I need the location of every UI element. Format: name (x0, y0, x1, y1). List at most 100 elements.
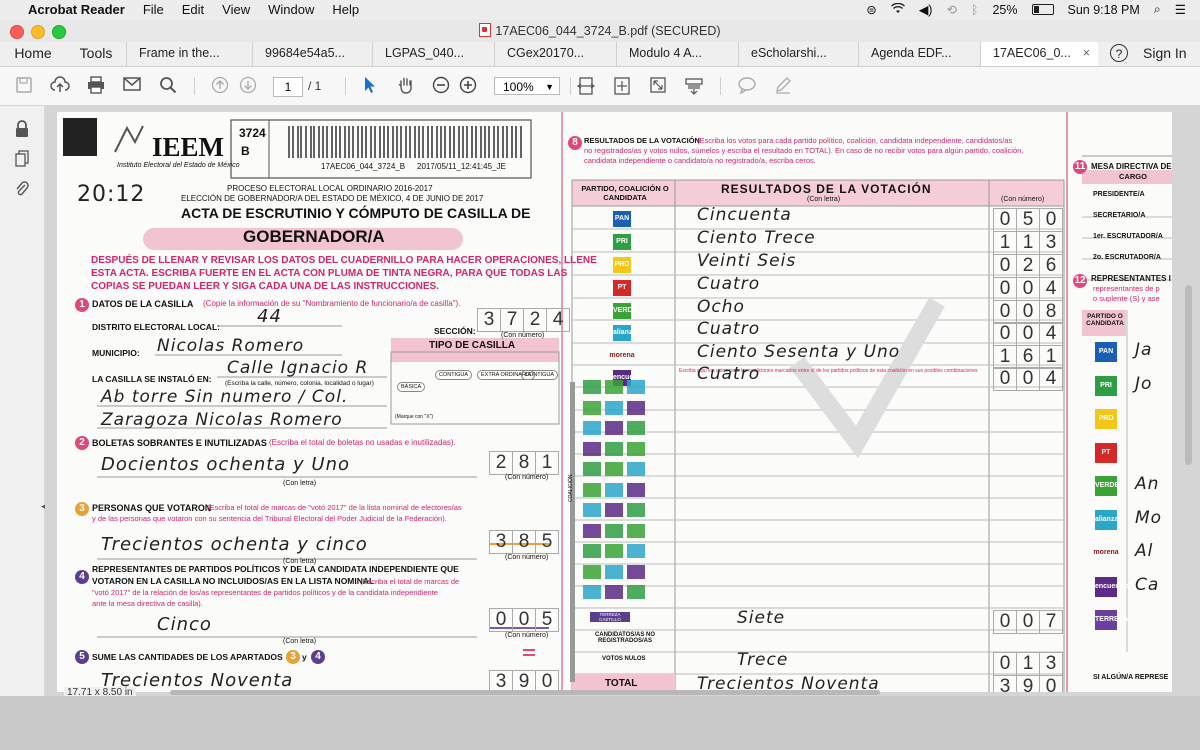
section-12-footer: SI ALGÚN/A REPRESE (1093, 674, 1169, 681)
tab-document-6[interactable]: eScholarshi... (738, 42, 858, 66)
digit: 5 (536, 530, 559, 554)
menu-view[interactable]: View (222, 2, 250, 17)
bluetooth-icon[interactable]: ᛒ (971, 3, 979, 17)
document-viewport[interactable]: IEEM Instituto Electoral del Estado de M… (45, 106, 1200, 696)
security-lock-icon[interactable] (13, 120, 31, 138)
select-cursor-icon[interactable] (360, 76, 380, 96)
section-12-hint-2: o suplente (S) y ase (1093, 294, 1160, 303)
menu-edit[interactable]: Edit (182, 2, 204, 17)
fit-page-icon[interactable] (612, 76, 632, 96)
coalition-party-logo (627, 585, 645, 599)
digit: 6 (1017, 345, 1040, 369)
tab-home[interactable]: Home (0, 42, 66, 66)
spotlight-icon[interactable]: ⌕ (1154, 2, 1161, 17)
tipo-basica: BÁSICA (397, 382, 426, 392)
full-screen-icon[interactable] (648, 76, 668, 96)
result-digits: 008 (993, 300, 1063, 324)
menu-app-name[interactable]: Acrobat Reader (28, 2, 125, 17)
instalo-handwritten-1: Calle Ignacio R (227, 358, 369, 378)
vertical-scrollbar[interactable] (1184, 110, 1194, 690)
previous-page-icon[interactable] (210, 76, 230, 96)
coalition-party-logo (583, 523, 601, 538)
search-icon[interactable] (158, 76, 178, 96)
col-partido-header: PARTIDO, COALICIÓN O CANDIDATA (581, 184, 669, 202)
distrito-label: DISTRITO ELECTORAL LOCAL: (92, 322, 220, 332)
menu-help[interactable]: Help (332, 2, 359, 17)
help-icon[interactable]: ? (1110, 44, 1128, 62)
section-3-title: PERSONAS QUE VOTARON (92, 503, 212, 513)
barcode-letter: B (241, 144, 250, 158)
rep-handwritten: Ja (1135, 340, 1153, 360)
email-icon[interactable] (122, 76, 142, 96)
digit: 3 (1040, 652, 1063, 676)
comment-icon[interactable] (737, 76, 757, 96)
notification-center-icon[interactable]: ☰ (1175, 2, 1186, 17)
pdf-file-icon (479, 23, 492, 37)
rep-handwritten: An (1135, 474, 1160, 494)
section-3-numero-hint: (Con número) (505, 554, 549, 561)
page-thumbnails-icon[interactable] (13, 150, 31, 168)
tab-document-3[interactable]: LGPAS_040... (372, 42, 494, 66)
print-icon[interactable] (86, 76, 106, 96)
result-words: Ciento Sesenta y Uno (697, 342, 901, 362)
horizontal-scrollbar[interactable] (170, 690, 880, 695)
coalition-party-logo (583, 544, 601, 558)
battery-icon[interactable] (1031, 4, 1054, 15)
digit: 9 (513, 670, 536, 692)
menu-clock[interactable]: Sun 9:18 PM (1068, 3, 1140, 17)
tab-document-5[interactable]: Modulo 4 A... (616, 42, 738, 66)
tab-document-active[interactable]: 17AEC06_0... × (980, 42, 1098, 66)
tab-document-7[interactable]: Agenda EDF... (858, 42, 980, 66)
attachments-paperclip-icon[interactable] (13, 180, 31, 198)
tab-document-2[interactable]: 99684e54a5... (252, 42, 372, 66)
section-8-title: RESULTADOS DE LA VOTACIÓN (584, 136, 700, 145)
municipio-label: MUNICIPIO: (92, 348, 140, 358)
section-4-title-2: VOTARON EN LA CASILLA NO INCLUIDOS/AS EN… (92, 576, 375, 586)
highlight-pen-icon[interactable] (773, 76, 793, 96)
instructions-line-3: COPIAS SE PUEDAN LEER Y SIGA CADA UNA DE… (91, 281, 440, 292)
coalition-party-logo (605, 400, 623, 415)
menu-file[interactable]: File (143, 2, 164, 17)
next-page-icon[interactable] (238, 76, 258, 96)
section-3-digits: 385 (489, 530, 559, 554)
wifi-icon[interactable] (890, 2, 905, 17)
coalition-party-logo (583, 380, 601, 394)
time-machine-icon[interactable]: ⟲ (946, 2, 956, 17)
seccion-number-hint: (Con número) (501, 332, 545, 339)
tab-document-4[interactable]: CGex20170... (494, 42, 616, 66)
chevron-down-icon: ▼ (545, 82, 554, 92)
digit: 1 (1017, 231, 1040, 255)
digit: 0 (1017, 277, 1040, 301)
section-5-ref-3: 3 (286, 650, 300, 664)
digit: 0 (993, 300, 1017, 324)
tab-close-icon[interactable]: × (1083, 42, 1090, 64)
window-bottom-area (0, 696, 1200, 750)
upload-cloud-icon[interactable] (50, 76, 70, 96)
battery-percent[interactable]: 25% (992, 3, 1017, 17)
status-sync-icon[interactable]: ⊜ (866, 2, 876, 17)
rep-party-logo: encuentro (1095, 576, 1129, 597)
tab-document-1[interactable]: Frame in the... (126, 42, 252, 66)
coalition-party-logo (583, 421, 601, 435)
zoom-level-select[interactable]: 100% ▼ (494, 77, 560, 95)
zoom-in-icon[interactable] (458, 76, 478, 96)
save-icon[interactable] (14, 76, 34, 96)
page-number-input[interactable]: 1 (273, 77, 303, 97)
coalition-party-logo (583, 441, 601, 456)
sign-in-link[interactable]: Sign In (1143, 42, 1187, 64)
fit-width-icon[interactable] (576, 76, 596, 96)
digit: 0 (1040, 208, 1063, 232)
scroll-mode-icon[interactable] (684, 76, 704, 96)
hand-tool-icon[interactable] (396, 76, 416, 96)
section-2-badge: 2 (75, 436, 89, 450)
menu-window[interactable]: Window (268, 2, 314, 17)
tab-tools[interactable]: Tools (66, 42, 126, 66)
digit: 7 (501, 308, 524, 332)
volume-icon[interactable]: ◀) (919, 2, 933, 17)
vertical-scroll-thumb[interactable] (1185, 285, 1192, 465)
zoom-level-value: 100% (503, 80, 534, 94)
barcode-text: 17AEC06_044_3724_B (321, 162, 406, 171)
coalition-party-logo (627, 564, 645, 579)
tab-label: eScholarshi... (751, 46, 827, 60)
zoom-out-icon[interactable] (431, 76, 451, 96)
